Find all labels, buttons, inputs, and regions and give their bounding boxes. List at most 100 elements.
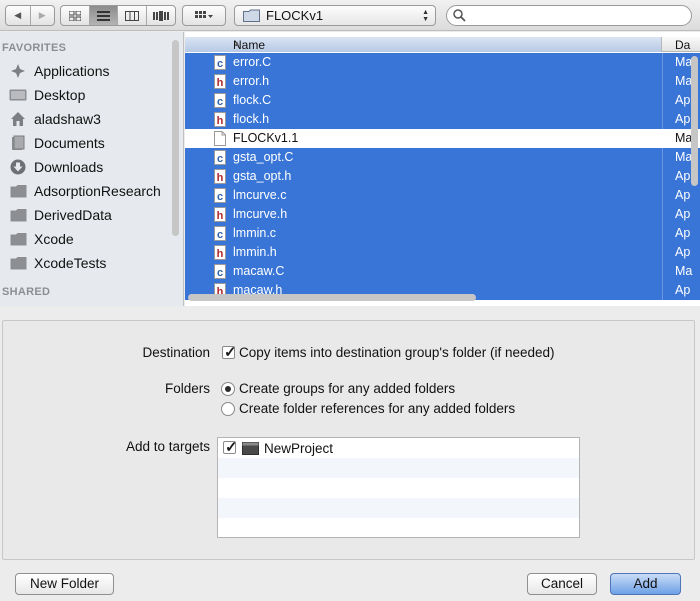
sidebar-item-label: Applications [34, 63, 110, 79]
sidebar-item-home[interactable]: aladshaw3 [0, 107, 183, 131]
folder-icon [9, 183, 27, 199]
create-groups-label[interactable]: Create groups for any added folders [239, 381, 455, 396]
file-date: Ma [675, 150, 693, 164]
sidebar-item-xcode[interactable]: Xcode [0, 227, 183, 251]
c-source-file-icon: c [214, 226, 226, 241]
sidebar-item-label: aladshaw3 [34, 111, 101, 127]
file-row[interactable]: c macaw.C Ma [185, 262, 700, 281]
toolbar: ◀ ▶ FLOCKv1 ▲ ▼ [0, 0, 700, 31]
file-name: gsta_opt.C [233, 150, 294, 164]
create-groups-radio[interactable] [221, 382, 235, 396]
file-date: Ap [675, 188, 691, 202]
favorites-heading: FAVORITES [2, 42, 67, 54]
file-list-vertical-scrollbar[interactable] [691, 56, 698, 186]
shared-heading: SHARED [2, 286, 51, 298]
sidebar-item-xcodetests[interactable]: XcodeTests [0, 251, 183, 275]
cancel-button[interactable]: Cancel [527, 573, 597, 595]
file-date: Ma [675, 55, 693, 69]
copy-items-checkbox[interactable]: ✓ [222, 344, 237, 361]
sidebar-item-label: XcodeTests [34, 255, 107, 271]
file-row[interactable]: c lmcurve.c Ap [185, 186, 700, 205]
search-input[interactable] [470, 8, 691, 23]
sidebar-item-label: DerivedData [34, 207, 112, 223]
destination-label: Destination [142, 345, 210, 360]
svg-text:h: h [217, 77, 224, 89]
file-row[interactable]: c gsta_opt.C Ma [185, 148, 700, 167]
sidebar-item-documents[interactable]: Documents [0, 131, 183, 155]
target-row-newproject[interactable]: ✓ NewProject [218, 438, 579, 458]
h-header-file-icon: h [214, 112, 226, 127]
copy-items-label[interactable]: Copy items into destination group's fold… [239, 345, 555, 360]
target-checkbox[interactable]: ✓ [223, 439, 238, 456]
svg-text:c: c [217, 267, 223, 279]
sidebar-item-downloads[interactable]: Downloads [0, 155, 183, 179]
file-date: Ap [675, 93, 691, 107]
svg-text:h: h [217, 115, 224, 127]
checkmark-icon: ✓ [225, 439, 238, 456]
file-row[interactable]: c lmmin.c Ap [185, 224, 700, 243]
file-date: Ma [675, 264, 693, 278]
add-files-options: Destination ✓ Copy items into destinatio… [2, 320, 695, 560]
list-view-icon [96, 10, 110, 21]
file-name: flock.C [233, 93, 272, 107]
list-view-button[interactable] [89, 6, 118, 25]
svg-text:c: c [217, 229, 223, 241]
arrange-button[interactable] [182, 5, 226, 26]
downloads-icon [9, 159, 27, 175]
file-name: macaw.C [233, 264, 285, 278]
file-name: flock.h [233, 112, 270, 126]
arrange-popup[interactable] [183, 6, 225, 25]
sidebar-item-label: Desktop [34, 87, 86, 103]
file-name: gsta_opt.h [233, 169, 292, 183]
create-folder-references-label[interactable]: Create folder references for any added f… [239, 401, 515, 416]
location-popup[interactable]: FLOCKv1 ▲ ▼ [234, 5, 436, 26]
file-rows: c error.C Ma h error.h Ma c flock.C Ap h flock.h Ap… [185, 53, 700, 300]
folders-label: Folders [164, 381, 210, 396]
c-source-file-icon: c [214, 55, 226, 70]
h-header-file-icon: h [214, 207, 226, 222]
app-target-icon [242, 442, 259, 455]
sidebar-item-desktop[interactable]: Desktop [0, 83, 183, 107]
home-icon [9, 111, 27, 127]
search-field[interactable] [446, 5, 692, 26]
icon-view-button[interactable] [61, 6, 90, 25]
target-name: NewProject [264, 441, 334, 456]
file-list-horizontal-scrollbar[interactable] [188, 294, 476, 301]
file-row[interactable]: c error.C Ma [185, 53, 700, 72]
file-row[interactable]: h lmmin.h Ap [185, 243, 700, 262]
file-row[interactable]: h flock.h Ap [185, 110, 700, 129]
sidebar-item-applications[interactable]: Applications [0, 59, 183, 83]
file-row[interactable]: h error.h Ma [185, 72, 700, 91]
view-mode-switcher [60, 5, 176, 26]
new-folder-button[interactable]: New Folder [15, 573, 114, 595]
file-row[interactable]: c flock.C Ap [185, 91, 700, 110]
sidebar-item-adsorptionresearch[interactable]: AdsorptionResearch [0, 179, 183, 203]
sidebar-scrollbar[interactable] [172, 40, 179, 236]
c-source-file-icon: c [214, 150, 226, 165]
sidebar: FAVORITES Applications Desktop aladshaw3… [0, 32, 184, 306]
popup-arrows-icon: ▲ ▼ [422, 9, 429, 23]
search-icon [453, 9, 466, 22]
documents-icon [9, 135, 27, 151]
file-date: Ma [675, 131, 693, 145]
date-column-header[interactable]: Da [675, 38, 690, 52]
name-column-header[interactable]: Name ▲ [185, 37, 662, 52]
svg-text:c: c [217, 58, 223, 70]
sidebar-item-deriveddata[interactable]: DerivedData [0, 203, 183, 227]
target-empty-row [218, 458, 579, 478]
file-row[interactable]: FLOCKv1.1 Ma [185, 129, 700, 148]
create-folder-references-radio[interactable] [221, 402, 235, 416]
file-list-header: Name ▲ Da [185, 37, 700, 52]
file-date: Ma [675, 74, 693, 88]
sort-ascending-icon: ▲ [233, 39, 241, 48]
file-row[interactable]: h lmcurve.h Ap [185, 205, 700, 224]
forward-button[interactable]: ▶ [31, 6, 55, 25]
target-empty-row [218, 478, 579, 498]
add-button[interactable]: Add [610, 573, 681, 595]
folder-icon [243, 9, 260, 22]
column-view-button[interactable] [118, 6, 147, 25]
back-button[interactable]: ◀ [6, 6, 31, 25]
file-name: lmmin.h [233, 245, 277, 259]
coverflow-view-button[interactable] [147, 6, 175, 25]
file-row[interactable]: h gsta_opt.h Ap [185, 167, 700, 186]
